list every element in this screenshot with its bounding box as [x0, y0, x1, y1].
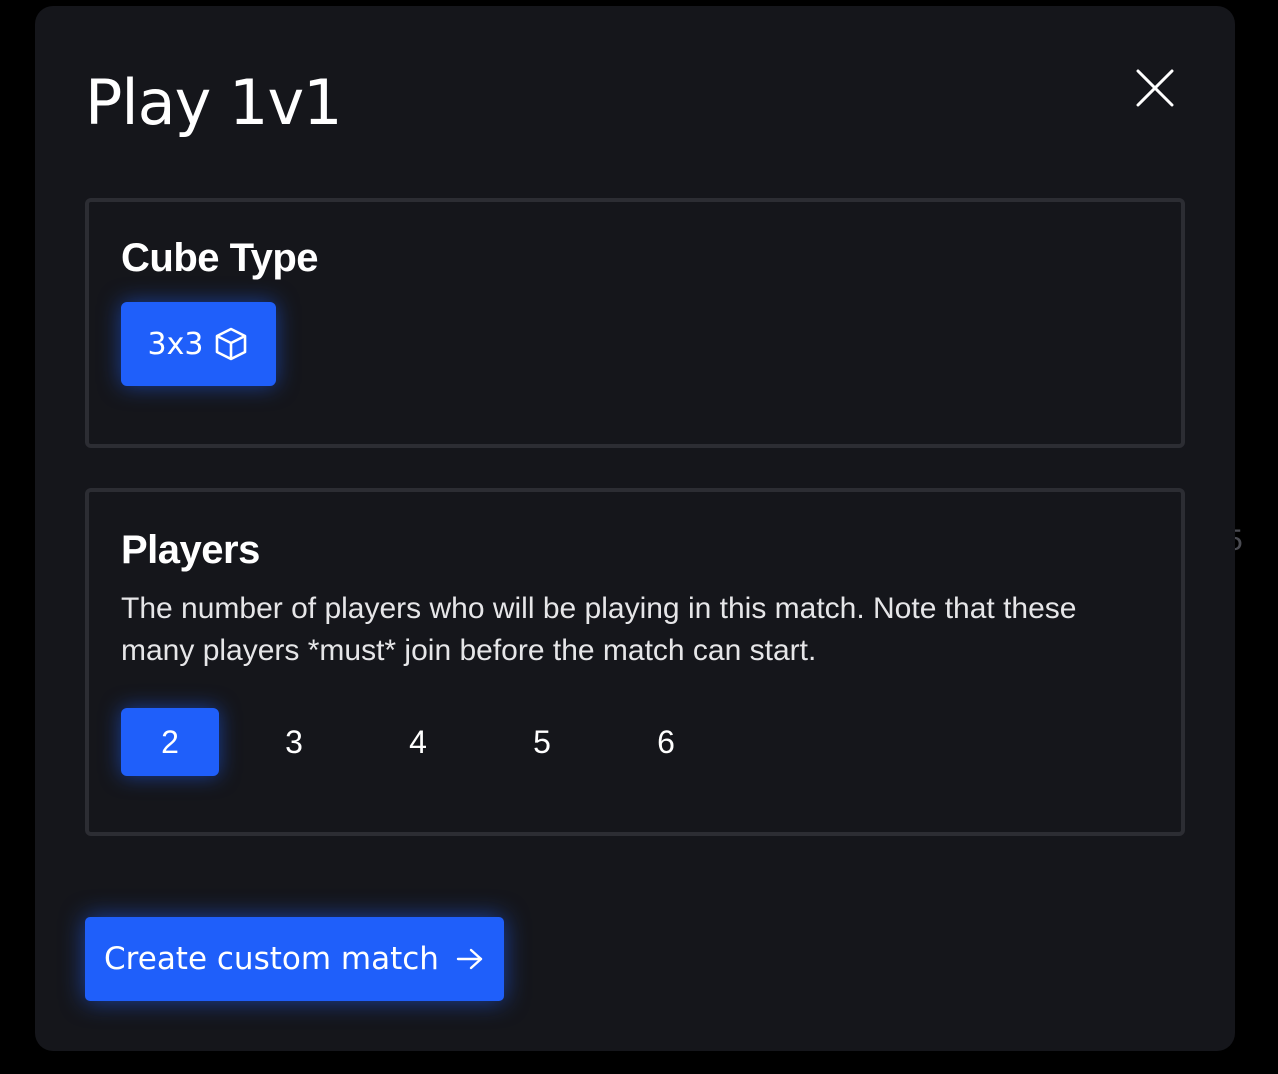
cube-type-section: Cube Type 3x3: [85, 198, 1185, 448]
player-count-5[interactable]: 5: [493, 708, 591, 776]
play-dialog: Play 1v1 Cube Type 3x3 Players The numbe…: [35, 6, 1235, 1051]
players-description: The number of players who will be playin…: [121, 592, 1077, 667]
create-custom-match-label: Create custom match: [104, 941, 439, 977]
cube-type-3x3-button[interactable]: 3x3: [121, 302, 276, 386]
player-count-4[interactable]: 4: [369, 708, 467, 776]
close-icon: [1136, 69, 1174, 107]
players-section: Players The number of players who will b…: [85, 488, 1185, 836]
player-count-options: 2 3 4 5 6: [121, 708, 715, 776]
player-count-3[interactable]: 3: [245, 708, 343, 776]
cube-type-label: 3x3: [147, 326, 204, 362]
player-count-2[interactable]: 2: [121, 708, 219, 776]
create-custom-match-button[interactable]: Create custom match: [85, 917, 504, 1001]
dialog-title: Play 1v1: [85, 66, 343, 139]
arrow-right-icon: [456, 948, 483, 970]
cube-type-heading: Cube Type: [121, 236, 319, 280]
player-count-6[interactable]: 6: [617, 708, 715, 776]
players-heading: Players: [121, 528, 260, 572]
cube-icon: [216, 327, 247, 361]
close-button[interactable]: [1133, 66, 1177, 110]
